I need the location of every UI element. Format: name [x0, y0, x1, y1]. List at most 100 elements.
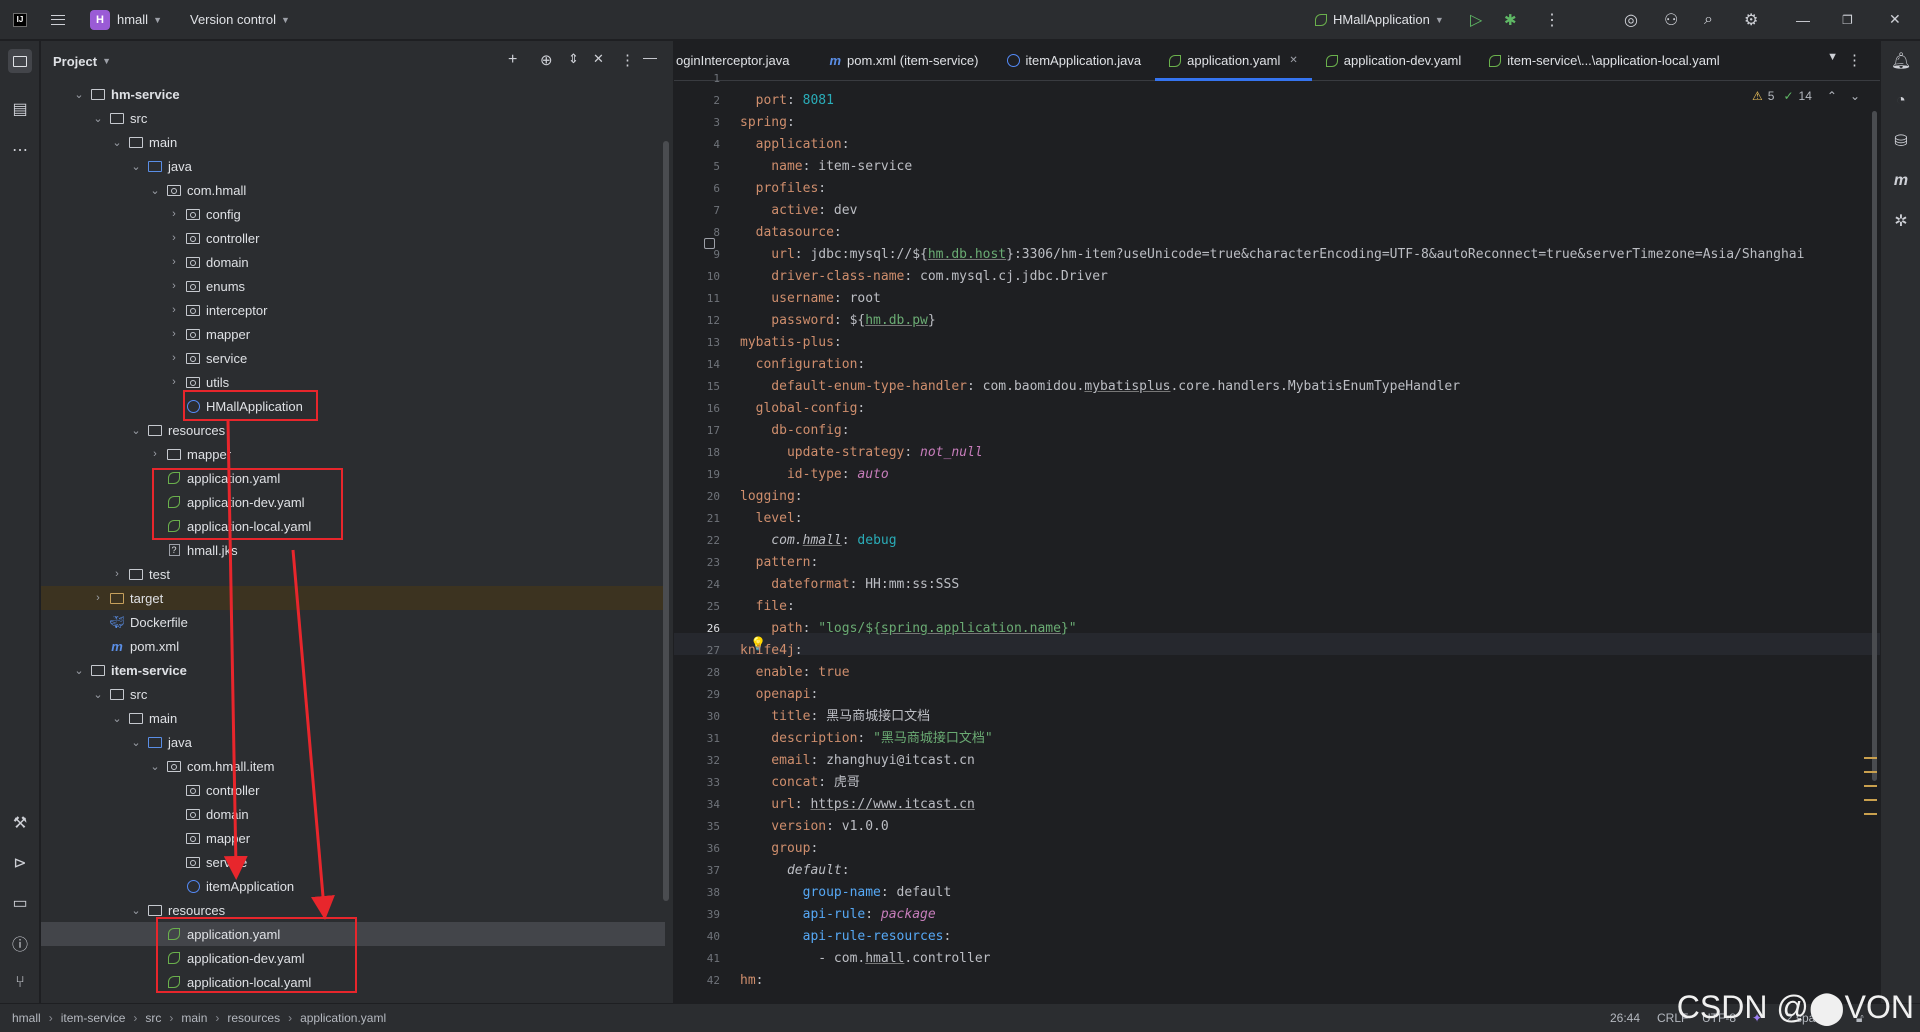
cursor-position[interactable]: 26:44: [1610, 1011, 1640, 1025]
tabs-options-icon[interactable]: ⋮: [1847, 51, 1862, 69]
build-tool-icon[interactable]: ⚒: [8, 811, 32, 835]
tree-item[interactable]: ⌄ main: [41, 130, 665, 154]
debug-icon[interactable]: ✱: [1504, 0, 1517, 40]
terminal-tool-icon[interactable]: ▭: [8, 891, 32, 915]
chevron-right-icon[interactable]: ›: [167, 328, 181, 340]
run-icon[interactable]: ▷: [1470, 0, 1482, 40]
tree-item[interactable]: ⌄ java: [41, 154, 665, 178]
chevron-right-icon[interactable]: ›: [167, 304, 181, 316]
breadcrumb-item[interactable]: hmall: [12, 1011, 41, 1025]
project-tool-icon[interactable]: [8, 49, 32, 73]
chevron-down-icon[interactable]: ⌄: [129, 160, 143, 173]
problems-tool-icon[interactable]: ⓘ: [8, 931, 32, 955]
chevron-right-icon[interactable]: ›: [91, 592, 105, 604]
expand-all-icon[interactable]: ⇕: [568, 51, 579, 67]
chevron-right-icon[interactable]: ›: [167, 280, 181, 292]
tree-item[interactable]: ⌄ com.hmall: [41, 178, 665, 202]
tree-item[interactable]: › mapper: [41, 442, 665, 466]
tree-item[interactable]: domain: [41, 802, 665, 826]
tree-item[interactable]: › test: [41, 562, 665, 586]
tree-item[interactable]: m pom.xml: [41, 634, 665, 658]
tree-item[interactable]: › interceptor: [41, 298, 665, 322]
more-actions-icon[interactable]: ⋮: [1544, 0, 1560, 40]
ai-chat-icon[interactable]: ◔: [1889, 89, 1913, 113]
restore-icon[interactable]: ❐: [1842, 0, 1853, 40]
chevron-up-icon[interactable]: ⌃: [1827, 89, 1837, 103]
tree-item[interactable]: HMallApplication: [41, 394, 665, 418]
tree-item[interactable]: ⌄ com.hmall.item: [41, 754, 665, 778]
chevron-down-icon[interactable]: ⌄: [129, 736, 143, 749]
editor-tab[interactable]: item-service\...\application-local.yaml: [1475, 41, 1733, 81]
tree-item[interactable]: › service: [41, 346, 665, 370]
editor-tab[interactable]: application.yaml ✕: [1155, 41, 1312, 81]
vcs-menu[interactable]: Version control ▼: [190, 0, 290, 40]
breadcrumb-item[interactable]: item-service: [61, 1011, 126, 1025]
tree-item[interactable]: › utils: [41, 370, 665, 394]
structure-tool-icon[interactable]: ▤: [8, 97, 32, 121]
maven-icon[interactable]: m: [1889, 169, 1913, 193]
app-logo-icon[interactable]: IJ: [0, 0, 40, 40]
chevron-down-icon[interactable]: ⌄: [91, 112, 105, 125]
chevron-right-icon[interactable]: ›: [110, 568, 124, 580]
tree-item[interactable]: › config: [41, 202, 665, 226]
git-tool-icon[interactable]: ⑂: [8, 971, 32, 995]
editor-scrollbar[interactable]: [1872, 111, 1877, 781]
chevron-right-icon[interactable]: ›: [167, 232, 181, 244]
tree-item[interactable]: ⌄ java: [41, 730, 665, 754]
chevron-right-icon[interactable]: ›: [148, 448, 162, 460]
tab-close-icon[interactable]: ✕: [1289, 55, 1297, 66]
plugin-icon[interactable]: ✲: [1889, 209, 1913, 233]
chevron-down-icon[interactable]: ⌄: [148, 184, 162, 197]
chevron-right-icon[interactable]: ›: [167, 256, 181, 268]
datasource-gutter-icon[interactable]: [704, 238, 715, 249]
notifications-icon[interactable]: 🔔︎: [1889, 49, 1913, 73]
tree-item[interactable]: › target: [41, 586, 665, 610]
chevron-right-icon[interactable]: ›: [167, 208, 181, 220]
breadcrumb-item[interactable]: main: [181, 1011, 207, 1025]
tree-item[interactable]: 🐳︎ Dockerfile: [41, 610, 665, 634]
main-menu-icon[interactable]: [40, 0, 76, 40]
chevron-right-icon[interactable]: ›: [167, 352, 181, 364]
tree-item[interactable]: service: [41, 850, 665, 874]
chevron-down-icon[interactable]: ⌄: [129, 424, 143, 437]
editor-tab[interactable]: itemApplication.java: [993, 41, 1156, 81]
search-icon[interactable]: ⌕: [1704, 0, 1713, 40]
tree-item[interactable]: itemApplication: [41, 874, 665, 898]
settings-gear-icon[interactable]: ⚙: [1744, 0, 1758, 40]
tree-item[interactable]: ⌄ resources: [41, 418, 665, 442]
more-tools-icon[interactable]: ⋯: [8, 138, 32, 162]
tree-item[interactable]: › mapper: [41, 322, 665, 346]
tree-item[interactable]: › controller: [41, 226, 665, 250]
tree-item[interactable]: › enums: [41, 274, 665, 298]
tree-item[interactable]: application-local.yaml: [41, 514, 665, 538]
breadcrumb-item[interactable]: resources: [227, 1011, 280, 1025]
chevron-down-icon[interactable]: ⌄: [110, 712, 124, 725]
services-tool-icon[interactable]: ⊳: [8, 851, 32, 875]
add-user-icon[interactable]: ⚇: [1664, 0, 1678, 40]
chevron-down-icon[interactable]: ⌄: [91, 688, 105, 701]
editor-tab[interactable]: m pom.xml (item-service): [815, 41, 992, 81]
breadcrumb-item[interactable]: src: [145, 1011, 161, 1025]
project-switcher[interactable]: H hmall ▼: [90, 0, 162, 40]
collapse-all-icon[interactable]: ✕: [593, 51, 604, 67]
chevron-down-icon[interactable]: ⌄: [110, 136, 124, 149]
ai-assistant-icon[interactable]: ◎: [1624, 0, 1638, 40]
run-config-selector[interactable]: HMallApplication ▼: [1315, 0, 1444, 40]
editor-tab[interactable]: application-dev.yaml: [1312, 41, 1476, 81]
tree-item[interactable]: ⌄ hm-service: [41, 82, 665, 106]
locate-icon[interactable]: ⊕: [540, 51, 553, 69]
add-file-icon[interactable]: +: [508, 51, 517, 69]
close-icon[interactable]: ✕: [1889, 0, 1901, 40]
tree-item[interactable]: ⌄ src: [41, 682, 665, 706]
panel-options-icon[interactable]: ⋮: [620, 51, 635, 69]
chevron-right-icon[interactable]: ›: [167, 376, 181, 388]
chevron-down-icon[interactable]: ⌄: [148, 760, 162, 773]
inspections-widget[interactable]: ⚠ 5 ✓ 14 ⌃ ⌄: [1752, 89, 1860, 103]
hide-panel-icon[interactable]: —: [643, 49, 657, 65]
chevron-down-icon[interactable]: ⌄: [1850, 89, 1860, 103]
tree-item[interactable]: ⌄ src: [41, 106, 665, 130]
tree-item[interactable]: ? hmall.jks: [41, 538, 665, 562]
tabs-dropdown-icon[interactable]: ▼: [1827, 51, 1838, 63]
chevron-down-icon[interactable]: ⌄: [72, 664, 86, 677]
minimize-icon[interactable]: —: [1796, 0, 1810, 40]
